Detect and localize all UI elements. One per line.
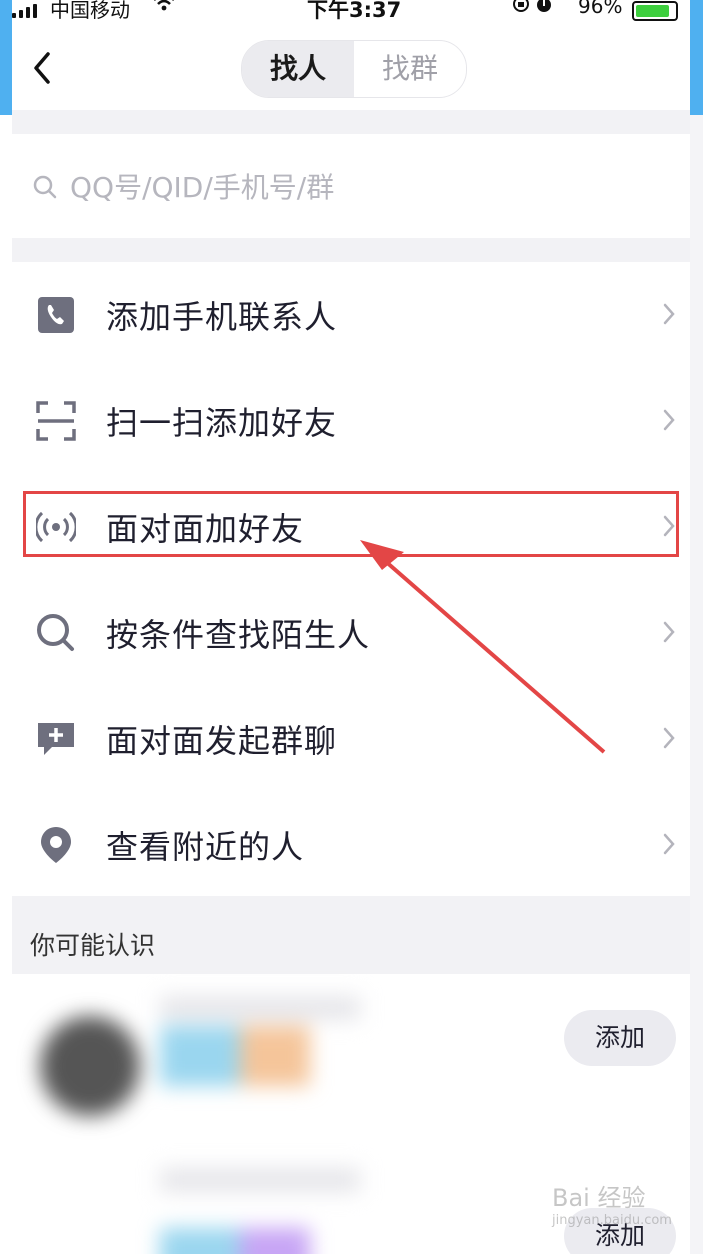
carrier-name: 中国移动 [50,0,130,22]
section-divider [12,238,690,262]
chat-add-icon [38,723,74,755]
watermark-text: Bai 经验 [552,1184,646,1212]
battery-fill [636,5,669,17]
highlight-box [23,491,679,557]
search-bar[interactable]: QQ号/QID/手机号/群 [12,134,690,238]
search-icon [37,614,74,651]
location-pin-icon [41,827,71,863]
menu-item-label: 查看附近的人 [106,828,305,866]
find-segmented-control: 找人 找群 [241,40,467,98]
left-edge-background [0,115,12,1254]
back-button[interactable] [28,48,58,88]
battery-percent: 96% [578,0,623,18]
menu-item-scan-add-friend[interactable]: 扫一扫添加好友 [12,368,690,474]
chevron-right-icon [663,409,675,431]
menu-item-label: 面对面发起群聊 [106,722,338,760]
chevron-right-icon [663,833,675,855]
baidu-jingyan-watermark: Bai 经验 jingyan.baidu.com [552,1178,690,1240]
chevron-left-icon [34,52,50,84]
right-edge-strip [690,0,703,115]
watermark-subtext: jingyan.baidu.com [552,1213,672,1228]
tab-find-people[interactable]: 找人 [242,41,354,97]
lock-rotation-icon [512,0,556,19]
menu-item-face-to-face-group[interactable]: 面对面发起群聊 [12,686,690,792]
suggestions-title: 你可能认识 [30,931,156,960]
search-placeholder: QQ号/QID/手机号/群 [70,171,335,204]
right-edge-background [690,115,703,1254]
tab-find-groups[interactable]: 找群 [354,41,466,97]
status-bar: 中国移动 下午3:37 96% [12,0,690,22]
suggestions-header: 你可能认识 [12,896,690,974]
chevron-right-icon [663,621,675,643]
add-friend-button[interactable]: 添加 [564,1010,676,1066]
left-edge-strip [0,0,12,115]
menu-item-label: 扫一扫添加好友 [106,404,338,442]
search-icon [33,175,57,199]
wifi-icon [152,0,176,18]
scan-icon [36,401,76,441]
menu-item-people-nearby[interactable]: 查看附近的人 [12,792,690,898]
menu-item-search-strangers[interactable]: 按条件查找陌生人 [12,580,690,686]
status-time: 下午3:37 [307,0,402,22]
menu-item-label: 按条件查找陌生人 [106,616,371,654]
section-divider [12,110,690,134]
chevron-right-icon [663,303,675,325]
signal-icon [12,2,37,18]
suggestion-row: 添加 [12,978,690,1128]
phone-screen: 中国移动 下午3:37 96% 找人 找群 QQ号/QID/手机号/群 添加手机… [12,0,690,1254]
menu-item-label: 添加手机联系人 [106,298,338,336]
chevron-right-icon [663,727,675,749]
blurred-contact-info [30,986,382,1126]
battery-icon [632,1,678,21]
menu-item-add-phone-contacts[interactable]: 添加手机联系人 [12,262,690,368]
blurred-contact-info [30,1158,382,1254]
phone-icon [38,297,74,333]
